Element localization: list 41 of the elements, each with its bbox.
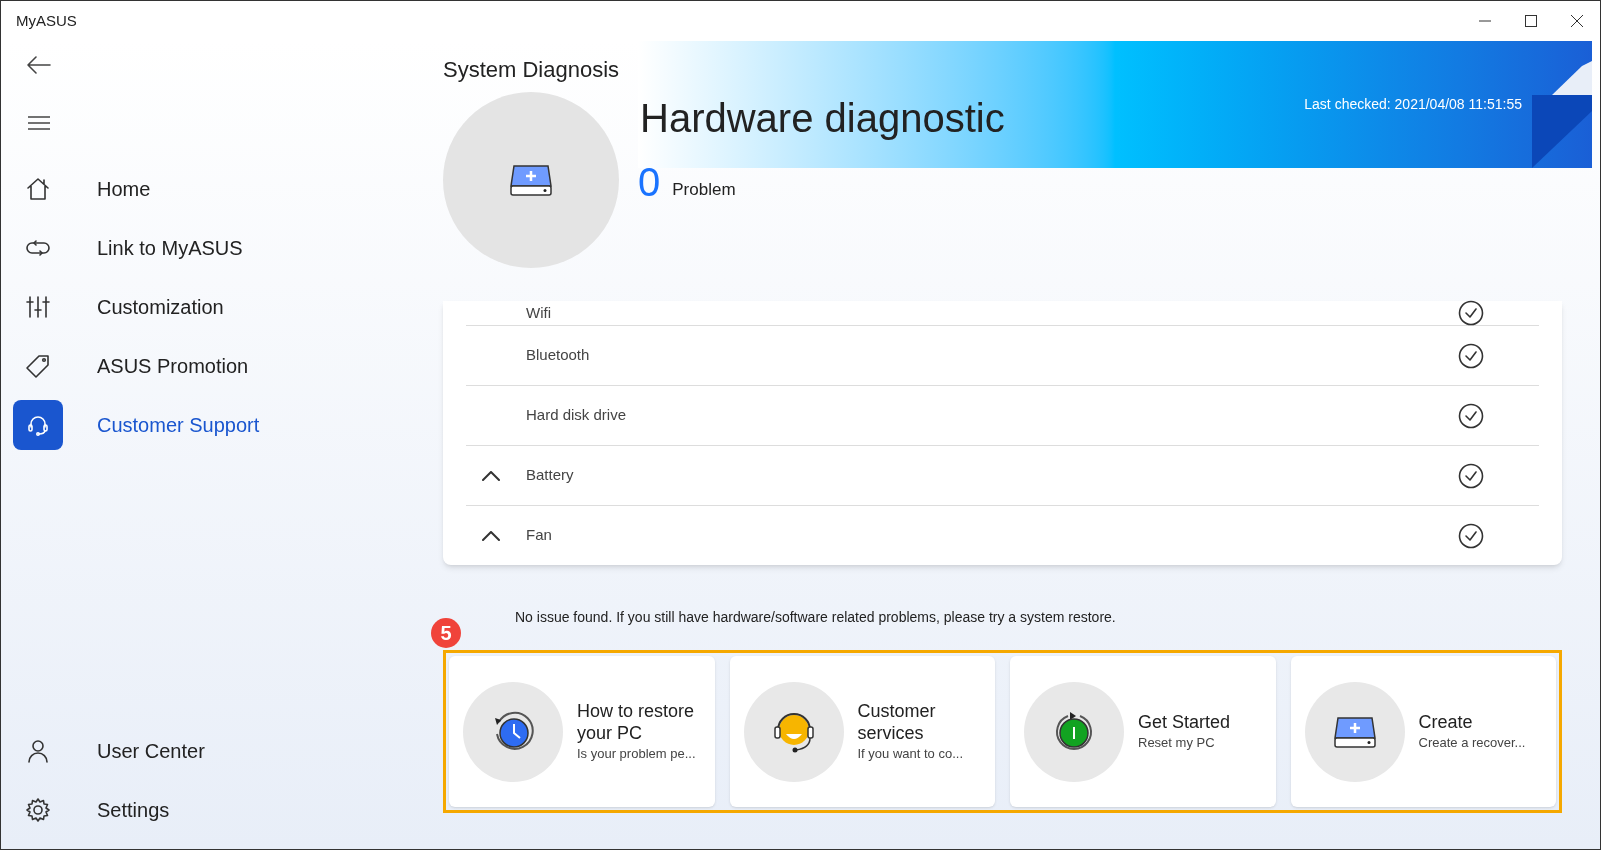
maximize-icon — [1525, 15, 1537, 27]
card-title: Get Started — [1138, 710, 1231, 733]
drive-icon — [508, 162, 554, 198]
nav-item[interactable]: Home — [1, 159, 426, 218]
minimize-icon — [1479, 20, 1491, 22]
settings-icon — [24, 795, 52, 824]
nav-item[interactable]: ASUS Promotion — [1, 336, 426, 395]
notice-text: No issue found. If you still have hardware/software related problems, please try a system restore. — [515, 608, 1117, 627]
nav-item[interactable]: Settings — [1, 780, 426, 839]
problem-count: 0 — [638, 162, 661, 202]
headset-icon — [13, 399, 63, 450]
check-item-label: Wifi — [526, 302, 551, 323]
last-checked-text: Last checked: 2021/04/08 11:51:55 — [1304, 95, 1522, 114]
card-subtitle: Is your problem pe... — [577, 744, 697, 763]
nav-item[interactable]: Customer Support — [1, 395, 426, 454]
card-title: Customer services — [857, 699, 937, 744]
action-card[interactable]: How to restore your PC Is your problem pe... — [449, 656, 715, 807]
card-title: How to restore your PC — [577, 699, 696, 744]
chevron-up-icon[interactable] — [482, 470, 500, 481]
close-icon — [1571, 15, 1583, 27]
card-subtitle: Create a recover... — [1418, 733, 1526, 752]
nav-item[interactable]: User Center — [1, 721, 426, 780]
check-item-label: Battery — [526, 465, 574, 486]
annotation-badge: 5 — [431, 618, 461, 648]
diagnostic-heading: Hardware diagnostic — [640, 94, 1005, 142]
problem-label: Problem — [672, 178, 736, 201]
page-title: System Diagnosis — [443, 56, 621, 84]
menu-icon — [28, 116, 50, 130]
chevron-up-icon[interactable] — [482, 530, 500, 541]
check-item-label: Hard disk drive — [526, 405, 627, 426]
window-title: MyASUS — [16, 10, 77, 31]
card-subtitle: If you want to co... — [857, 744, 964, 763]
card-subtitle: Reset my PC — [1138, 733, 1216, 752]
action-card[interactable]: Create Create a recover... — [1290, 656, 1556, 807]
card-title: Create — [1418, 710, 1474, 733]
check-item-label: Bluetooth — [526, 345, 590, 366]
check-item-label: Fan — [526, 525, 552, 546]
nav-item[interactable]: Link to MyASUS — [1, 218, 426, 277]
action-card[interactable]: Get Started Reset my PC — [1010, 656, 1276, 807]
nav-item[interactable]: Customization — [1, 277, 426, 336]
action-card[interactable]: Customer services If you want to co... — [729, 656, 995, 807]
